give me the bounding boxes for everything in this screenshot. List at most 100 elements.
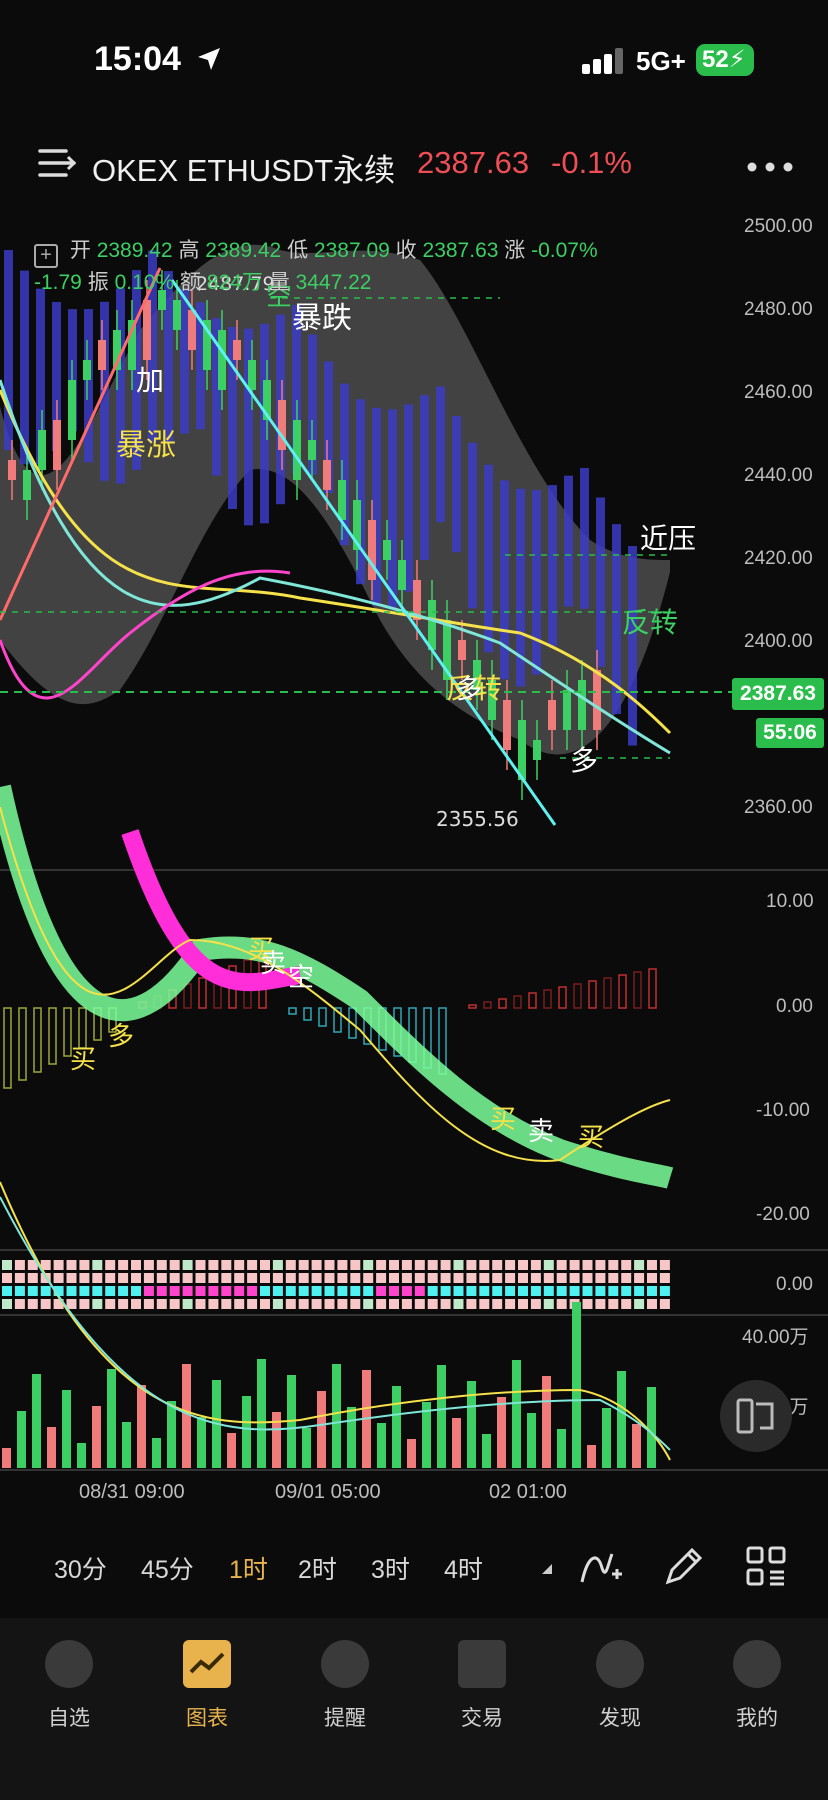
chart-canvas[interactable]: 2487.792355.56加暴涨暴跌空反转反转近压多多买多买卖 空买卖买 — [0, 213, 828, 1473]
timeframe-30m[interactable]: 30分 — [54, 1550, 107, 1586]
open-value: 2389.42 — [96, 239, 173, 262]
fullscreen-button[interactable] — [720, 1380, 792, 1452]
nav-chart[interactable]: 图表 — [157, 1640, 257, 1732]
volume-bar — [497, 1397, 506, 1468]
layout-grid-icon[interactable] — [744, 1544, 788, 1588]
candle-body — [233, 340, 241, 360]
macd-annotation: 空 — [288, 963, 314, 993]
draw-line-icon[interactable] — [578, 1544, 624, 1588]
nav-discover[interactable]: 发现 — [570, 1640, 670, 1732]
time-axis-label: 02 01:00 — [489, 1481, 567, 1503]
signal-cell — [143, 1260, 154, 1270]
menu-icon[interactable] — [38, 147, 76, 179]
macd-annotation: 买 — [578, 1123, 604, 1153]
signal-cell — [40, 1299, 51, 1309]
signal-cell — [608, 1273, 619, 1283]
signal-cell — [27, 1273, 38, 1283]
signal-cell — [479, 1286, 490, 1296]
signal-cell — [260, 1260, 270, 1270]
nav-alerts[interactable]: 提醒 — [295, 1640, 395, 1732]
macd-bar — [513, 995, 522, 1009]
trend-bar — [564, 475, 573, 607]
pencil-icon[interactable] — [662, 1544, 706, 1588]
macd-bar — [78, 1007, 87, 1049]
annotation-jia: 加 — [136, 364, 164, 397]
candle-body — [143, 300, 151, 360]
signal-cell — [350, 1286, 361, 1296]
price-axis-label: 2400.00 — [744, 631, 813, 652]
signal-cell — [414, 1286, 425, 1296]
signal-cell — [543, 1273, 554, 1283]
signal-cell — [195, 1260, 206, 1270]
signal-cell — [260, 1299, 270, 1309]
volume-value: 3447.22 — [295, 271, 372, 294]
volume-bar — [617, 1371, 626, 1468]
signal-cell — [543, 1299, 554, 1309]
candle-body — [38, 430, 46, 470]
signal-cell — [427, 1286, 438, 1296]
signal-cell — [530, 1286, 541, 1296]
macd-bar — [558, 986, 567, 1009]
timeframe-3h[interactable]: 3时 — [371, 1550, 410, 1586]
signal-cell — [66, 1260, 77, 1270]
timeframe-45m[interactable]: 45分 — [141, 1550, 194, 1586]
signal-cell — [337, 1286, 348, 1296]
signal-cell — [505, 1299, 516, 1309]
signal-cell — [427, 1260, 438, 1270]
volume-bar — [557, 1429, 566, 1468]
signal-cell — [221, 1299, 232, 1309]
price-axis-label: 2440.00 — [744, 465, 813, 486]
nav-profile[interactable]: 我的 — [707, 1640, 807, 1732]
macd-bar — [573, 983, 582, 1009]
signal-cell — [414, 1273, 425, 1283]
macd-bar — [588, 980, 597, 1009]
signal-cell — [440, 1260, 451, 1270]
chart-area[interactable]: 2487.79 2355.56 加暴涨 暴跌空反转 反转 近压多多买多买卖空买卖买 — [0, 213, 828, 1473]
price-axis-label: 2360.00 — [744, 797, 813, 818]
signal-cell — [401, 1273, 412, 1283]
trend-bar — [484, 464, 493, 653]
signal-cell — [260, 1273, 270, 1283]
volume-bar — [602, 1408, 611, 1468]
signal-cell — [105, 1260, 116, 1270]
amp-label: 振 — [87, 271, 109, 294]
signal-cell — [337, 1260, 348, 1270]
symbol-title[interactable]: OKEX ETHUSDT永续 — [92, 145, 395, 190]
more-icon[interactable] — [746, 161, 794, 173]
signal-cell — [518, 1260, 528, 1270]
signal-cell — [272, 1260, 283, 1270]
timeframe-1h[interactable]: 1时 — [229, 1550, 268, 1586]
macd-bar — [318, 1007, 327, 1027]
signal-cell — [324, 1273, 335, 1283]
signal-cell — [440, 1286, 451, 1296]
signal-cell — [221, 1286, 232, 1296]
signal-cell — [285, 1286, 296, 1296]
annotation-fanzhuan: 反转 — [622, 606, 678, 639]
nav-trade[interactable]: 交易 — [432, 1640, 532, 1732]
signal-cell — [131, 1286, 141, 1296]
add-indicator-icon[interactable]: + — [34, 244, 58, 268]
nav-watchlist[interactable]: 自选 — [19, 1640, 119, 1732]
charging-icon: ⚡ — [728, 46, 746, 73]
time-axis-label: 09/01 05:00 — [275, 1481, 381, 1503]
signal-cell — [556, 1299, 567, 1309]
timeframe-2h[interactable]: 2时 — [298, 1550, 337, 1586]
volume-bar — [167, 1401, 176, 1468]
signal-cell — [2, 1299, 12, 1309]
signal-cell — [466, 1299, 477, 1309]
signal-cell — [169, 1299, 180, 1309]
signal-cell — [156, 1286, 167, 1296]
volume-bar — [512, 1360, 521, 1468]
trend-bar — [628, 546, 637, 746]
candle-body — [23, 470, 31, 500]
nav-label: 自选 — [48, 1707, 90, 1730]
candle-body — [188, 310, 196, 350]
timeframe-4h[interactable]: 4时 — [444, 1550, 483, 1586]
candle-body — [533, 740, 541, 760]
signal-cell — [92, 1260, 103, 1270]
volume-bar — [62, 1390, 71, 1468]
candle-body — [68, 380, 76, 440]
volume-bar — [32, 1374, 41, 1468]
dropdown-triangle-icon[interactable] — [540, 1562, 554, 1576]
signal-cell — [247, 1260, 258, 1270]
